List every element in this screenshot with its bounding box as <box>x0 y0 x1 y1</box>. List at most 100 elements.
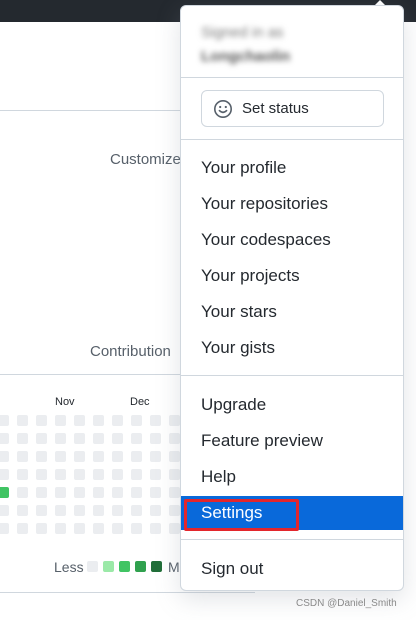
menu-item-upgrade[interactable]: Upgrade <box>181 388 403 422</box>
contribution-cell[interactable] <box>93 451 104 462</box>
signed-in-label: Signed in as <box>201 24 284 41</box>
menu-divider <box>181 139 403 140</box>
contribution-cell[interactable] <box>0 433 9 444</box>
contribution-cell[interactable] <box>112 433 123 444</box>
contribution-cell[interactable] <box>112 487 123 498</box>
contribution-cell[interactable] <box>112 505 123 516</box>
contribution-cell[interactable] <box>17 433 28 444</box>
contribution-cell[interactable] <box>169 451 180 462</box>
divider <box>0 374 180 375</box>
contribution-cell[interactable] <box>74 451 85 462</box>
menu-item-sign-out[interactable]: Sign out <box>181 552 403 586</box>
contribution-cell[interactable] <box>36 451 47 462</box>
contribution-cell[interactable] <box>0 451 9 462</box>
contribution-cell[interactable] <box>36 487 47 498</box>
contribution-cell[interactable] <box>0 505 9 516</box>
contribution-cell[interactable] <box>131 487 142 498</box>
contribution-cell[interactable] <box>112 469 123 480</box>
contribution-cell[interactable] <box>0 469 9 480</box>
contribution-cell[interactable] <box>17 505 28 516</box>
contribution-cell[interactable] <box>55 487 66 498</box>
contribution-cell[interactable] <box>131 451 142 462</box>
contribution-cell[interactable] <box>169 505 180 516</box>
contribution-cell[interactable] <box>55 523 66 534</box>
smiley-icon <box>214 99 232 118</box>
contribution-cell[interactable] <box>17 451 28 462</box>
contribution-cell[interactable] <box>36 469 47 480</box>
menu-item-your-repositories[interactable]: Your repositories <box>181 187 403 221</box>
contribution-cell[interactable] <box>150 451 161 462</box>
contribution-cell[interactable] <box>93 523 104 534</box>
menu-divider <box>181 539 403 540</box>
contribution-cell[interactable] <box>0 415 9 426</box>
contribution-cell[interactable] <box>169 433 180 444</box>
contributions-heading: Contribution <box>90 343 171 360</box>
contribution-cell[interactable] <box>131 415 142 426</box>
contribution-cell[interactable] <box>36 505 47 516</box>
contribution-cell[interactable] <box>131 433 142 444</box>
contribution-cell[interactable] <box>74 487 85 498</box>
menu-item-settings[interactable]: Settings <box>181 496 403 531</box>
contribution-cell[interactable] <box>74 469 85 480</box>
contribution-cell[interactable] <box>55 469 66 480</box>
menu-item-your-gists[interactable]: Your gists <box>181 331 403 365</box>
contribution-cell[interactable] <box>131 505 142 516</box>
divider <box>0 110 180 111</box>
contribution-cell[interactable] <box>150 433 161 444</box>
contribution-cell[interactable] <box>169 523 180 534</box>
set-status-label: Set status <box>242 100 309 117</box>
contribution-cell[interactable] <box>17 487 28 498</box>
contribution-cell[interactable] <box>93 433 104 444</box>
contribution-cell[interactable] <box>150 469 161 480</box>
contribution-cell[interactable] <box>93 505 104 516</box>
contribution-cell[interactable] <box>131 523 142 534</box>
contribution-cell[interactable] <box>74 505 85 516</box>
menu-divider <box>181 375 403 376</box>
contribution-cell[interactable] <box>150 487 161 498</box>
contribution-cell[interactable] <box>169 415 180 426</box>
contribution-cell[interactable] <box>55 505 66 516</box>
customize-text[interactable]: Customize <box>110 151 181 168</box>
menu-item-your-codespaces[interactable]: Your codespaces <box>181 223 403 257</box>
contribution-cell[interactable] <box>112 451 123 462</box>
watermark: CSDN @Daniel_Smith <box>296 598 397 609</box>
contribution-cell[interactable] <box>150 505 161 516</box>
contribution-cell[interactable] <box>36 523 47 534</box>
contribution-cell[interactable] <box>150 523 161 534</box>
contribution-cell[interactable] <box>93 469 104 480</box>
contribution-cell[interactable] <box>36 433 47 444</box>
contribution-cell[interactable] <box>131 469 142 480</box>
menu-item-your-projects[interactable]: Your projects <box>181 259 403 293</box>
contribution-cell[interactable] <box>55 451 66 462</box>
contribution-cell[interactable] <box>74 523 85 534</box>
legend-cell <box>119 561 130 572</box>
contribution-cell[interactable] <box>169 487 180 498</box>
contribution-cell[interactable] <box>150 415 161 426</box>
contribution-cell[interactable] <box>17 415 28 426</box>
contribution-cell[interactable] <box>93 415 104 426</box>
contribution-cell[interactable] <box>55 433 66 444</box>
menu-item-feature-preview[interactable]: Feature preview <box>181 424 403 458</box>
contribution-cell[interactable] <box>0 523 9 534</box>
contribution-cell[interactable] <box>169 469 180 480</box>
contribution-cell[interactable] <box>36 415 47 426</box>
contribution-cell[interactable] <box>17 469 28 480</box>
legend-cell <box>151 561 162 572</box>
set-status-button[interactable]: Set status <box>201 90 384 127</box>
contribution-cell[interactable] <box>0 487 9 498</box>
contribution-cell[interactable] <box>112 415 123 426</box>
divider <box>0 592 255 593</box>
contribution-cell[interactable] <box>93 487 104 498</box>
contribution-cell[interactable] <box>74 415 85 426</box>
menu-item-help[interactable]: Help <box>181 460 403 494</box>
legend-cell <box>87 561 98 572</box>
menu-item-your-stars[interactable]: Your stars <box>181 295 403 329</box>
contribution-cell[interactable] <box>112 523 123 534</box>
month-label: Nov <box>55 396 75 408</box>
menu-item-your-profile[interactable]: Your profile <box>181 151 403 185</box>
contribution-cell[interactable] <box>74 433 85 444</box>
contribution-cell[interactable] <box>17 523 28 534</box>
legend-more-label: M <box>168 559 180 575</box>
contribution-cell[interactable] <box>55 415 66 426</box>
menu-item-settings-label: Settings <box>201 503 263 522</box>
